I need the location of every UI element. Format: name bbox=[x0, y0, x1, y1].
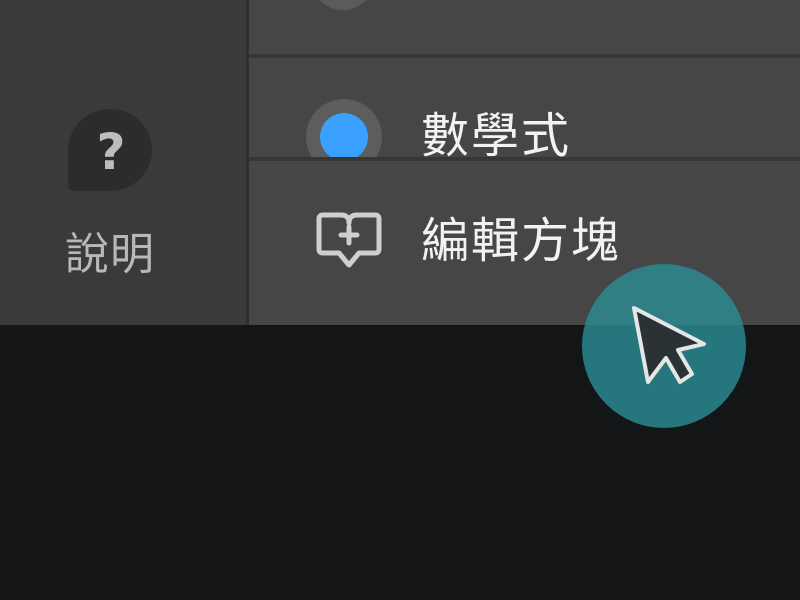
left-rail: ? 說明 bbox=[0, 0, 246, 325]
help-button[interactable]: ? 說明 bbox=[40, 100, 180, 290]
menu-item-math-expression[interactable]: 數學式 bbox=[249, 58, 800, 158]
cursor-indicator bbox=[582, 264, 746, 428]
radio-selected-icon bbox=[306, 99, 382, 158]
help-label: 說明 bbox=[65, 229, 155, 280]
menu-item-previous[interactable] bbox=[249, 0, 800, 54]
screen: ? 說明 數學式 編輯方塊 bbox=[0, 0, 800, 600]
menu-item-label: 數學式 bbox=[421, 108, 572, 158]
menu-item-label: 編輯方塊 bbox=[421, 213, 622, 269]
radio-icon bbox=[311, 0, 375, 10]
add-block-icon bbox=[316, 212, 382, 268]
pointer-cursor-icon bbox=[632, 306, 706, 384]
svg-text:?: ? bbox=[96, 123, 125, 181]
radio-dot bbox=[320, 113, 368, 158]
help-bubble-icon: ? bbox=[68, 109, 152, 191]
dropdown-menu: 數學式 編輯方塊 bbox=[249, 0, 800, 325]
